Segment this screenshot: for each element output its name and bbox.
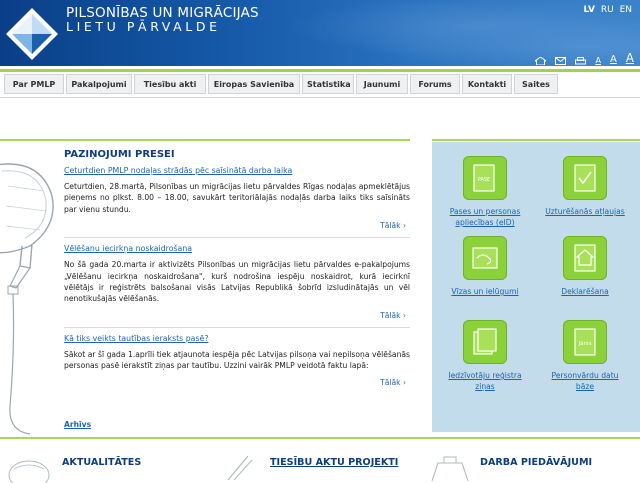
nav-item-par-pmlp[interactable]: Par PMLP — [4, 74, 64, 94]
nav-bottom-border — [0, 97, 640, 98]
microphone-icon — [0, 163, 54, 435]
article-body: No šā gada 20.marta ir aktivizēts Pilson… — [64, 260, 410, 304]
article-title[interactable]: Vēlēšanu iecirkņa noskaidrošana — [64, 244, 410, 253]
language-switcher: LV RU EN — [581, 5, 632, 15]
names-database-icon[interactable]: Jānis — [563, 320, 607, 364]
job-offers-section: DARBA PIEDĀVĀJUMI — [424, 449, 640, 482]
article-body: Ceturtdien, 28.martā, Pilsonības un migr… — [64, 182, 410, 214]
main-navigation: Par PMLP Pakalpojumi Tiesību akti Eiropa… — [4, 74, 560, 94]
panel-top-separator — [432, 139, 640, 141]
legal-drafts-section: TIESĪBU AKTU PROJEKTI — [212, 449, 422, 481]
service-passports[interactable]: PASE Pases un personas apliecības (eID) — [442, 156, 528, 228]
article-divider — [64, 326, 410, 328]
service-label[interactable]: Iedzīvotāju reģistra ziņas — [442, 370, 528, 392]
legal-drafts-title[interactable]: TIESĪBU AKTU PROJEKTI — [270, 457, 398, 468]
nav-item-statistika[interactable]: Statistika — [302, 74, 354, 94]
news-article: Ceturtdien PMLP nodaļas strādās pēc saīs… — [64, 166, 410, 233]
news-section: AKTUALITĀTES — [0, 449, 210, 483]
read-more-link[interactable]: Tālāk › — [64, 378, 410, 390]
passport-icon[interactable]: PASE — [463, 156, 507, 200]
home-icon[interactable] — [535, 57, 547, 65]
content-top-separator — [0, 139, 410, 141]
brand-line-2: LIETU PĀRVALDE — [66, 19, 221, 34]
service-population-register[interactable]: Iedzīvotāju reģistra ziņas — [442, 320, 528, 392]
service-personal-names-database[interactable]: Jānis Personvārdu datu bāze — [542, 320, 628, 392]
register-icon[interactable] — [463, 320, 507, 364]
chevron-right-icon: › — [402, 221, 406, 231]
site-header: PILSONĪBAS UN MIGRĀCIJAS LIETU PĀRVALDE … — [0, 0, 640, 66]
services-panel: PASE Pases un personas apliecības (eID) … — [432, 142, 640, 432]
briefcase-icon — [431, 456, 469, 482]
names-badge-text: Jānis — [578, 341, 592, 347]
globe-icon — [8, 460, 50, 483]
nav-item-forums[interactable]: Forums — [410, 74, 460, 94]
passport-badge-text: PASE — [478, 177, 490, 183]
article-title[interactable]: Kā tiks veikts tautības ieraksts pasē? — [64, 334, 410, 343]
bottom-separator — [0, 437, 640, 439]
print-icon[interactable] — [575, 57, 587, 65]
service-label[interactable]: Deklarēšana — [542, 286, 628, 297]
text-size-large[interactable]: A — [626, 51, 634, 65]
text-size-small[interactable]: A — [595, 56, 600, 65]
nav-item-eiropas-savieniba[interactable]: Eiropas Savienība — [208, 74, 300, 94]
article-divider — [64, 237, 410, 239]
residence-permit-icon[interactable] — [563, 156, 607, 200]
service-visas[interactable]: Vīzas un ielūgumi — [442, 236, 528, 297]
lang-en[interactable]: EN — [620, 5, 632, 15]
main-navigation-bar: Par PMLP Pakalpojumi Tiesību akti Eiropa… — [0, 66, 640, 100]
service-label[interactable]: Personvārdu datu bāze — [542, 370, 628, 392]
article-title[interactable]: Ceturtdien PMLP nodaļas strādās pēc saīs… — [64, 166, 410, 175]
read-more-link[interactable]: Tālāk › — [64, 221, 410, 233]
service-residence-permits[interactable]: Uzturēšanās atļaujas — [542, 156, 628, 217]
article-body: Sākot ar šī gada 1.aprīli tiek atjaunota… — [64, 349, 410, 371]
news-article: Kā tiks veikts tautības ieraksts pasē? S… — [64, 334, 410, 390]
nav-item-saites[interactable]: Saites — [514, 74, 558, 94]
archive-link[interactable]: Arhīvs — [64, 420, 91, 429]
chevron-right-icon: › — [402, 310, 406, 320]
news-article: Vēlēšanu iecirkņa noskaidrošana No šā ga… — [64, 244, 410, 323]
service-label[interactable]: Uzturēšanās atļaujas — [542, 206, 628, 217]
nav-item-kontakti[interactable]: Kontakti — [462, 74, 512, 94]
lang-ru[interactable]: RU — [601, 5, 614, 15]
header-tools: A A A — [535, 51, 634, 65]
nav-item-pakalpojumi[interactable]: Pakalpojumi — [66, 74, 132, 94]
nav-item-tiesibu-akti[interactable]: Tiesību akti — [134, 74, 206, 94]
nav-item-jaunumi[interactable]: Jaunumi — [356, 74, 408, 94]
visa-icon[interactable] — [463, 236, 507, 280]
read-more-label[interactable]: Tālāk — [380, 311, 400, 320]
nav-top-accent — [0, 69, 640, 72]
mail-icon[interactable] — [555, 57, 567, 65]
declaration-icon[interactable] — [563, 236, 607, 280]
service-label[interactable]: Pases un personas apliecības (eID) — [442, 206, 528, 228]
logo-icon[interactable] — [4, 6, 60, 62]
lang-lv[interactable]: LV — [584, 5, 595, 15]
gavel-icon — [227, 455, 253, 481]
read-more-link[interactable]: Tālāk › — [64, 311, 410, 323]
chevron-right-icon: › — [402, 377, 406, 387]
read-more-label[interactable]: Tālāk — [380, 221, 400, 230]
service-label[interactable]: Vīzas un ielūgumi — [442, 286, 528, 297]
read-more-label[interactable]: Tālāk — [380, 378, 400, 387]
press-releases-heading: PAZIŅOJUMI PRESEI — [64, 149, 175, 160]
job-offers-title[interactable]: DARBA PIEDĀVĀJUMI — [480, 457, 592, 468]
service-declaration[interactable]: Deklarēšana — [542, 236, 628, 297]
news-section-title[interactable]: AKTUALITĀTES — [62, 457, 141, 468]
press-releases: PAZIŅOJUMI PRESEI Ceturtdien PMLP nodaļa… — [64, 148, 410, 390]
text-size-medium[interactable]: A — [610, 54, 617, 65]
